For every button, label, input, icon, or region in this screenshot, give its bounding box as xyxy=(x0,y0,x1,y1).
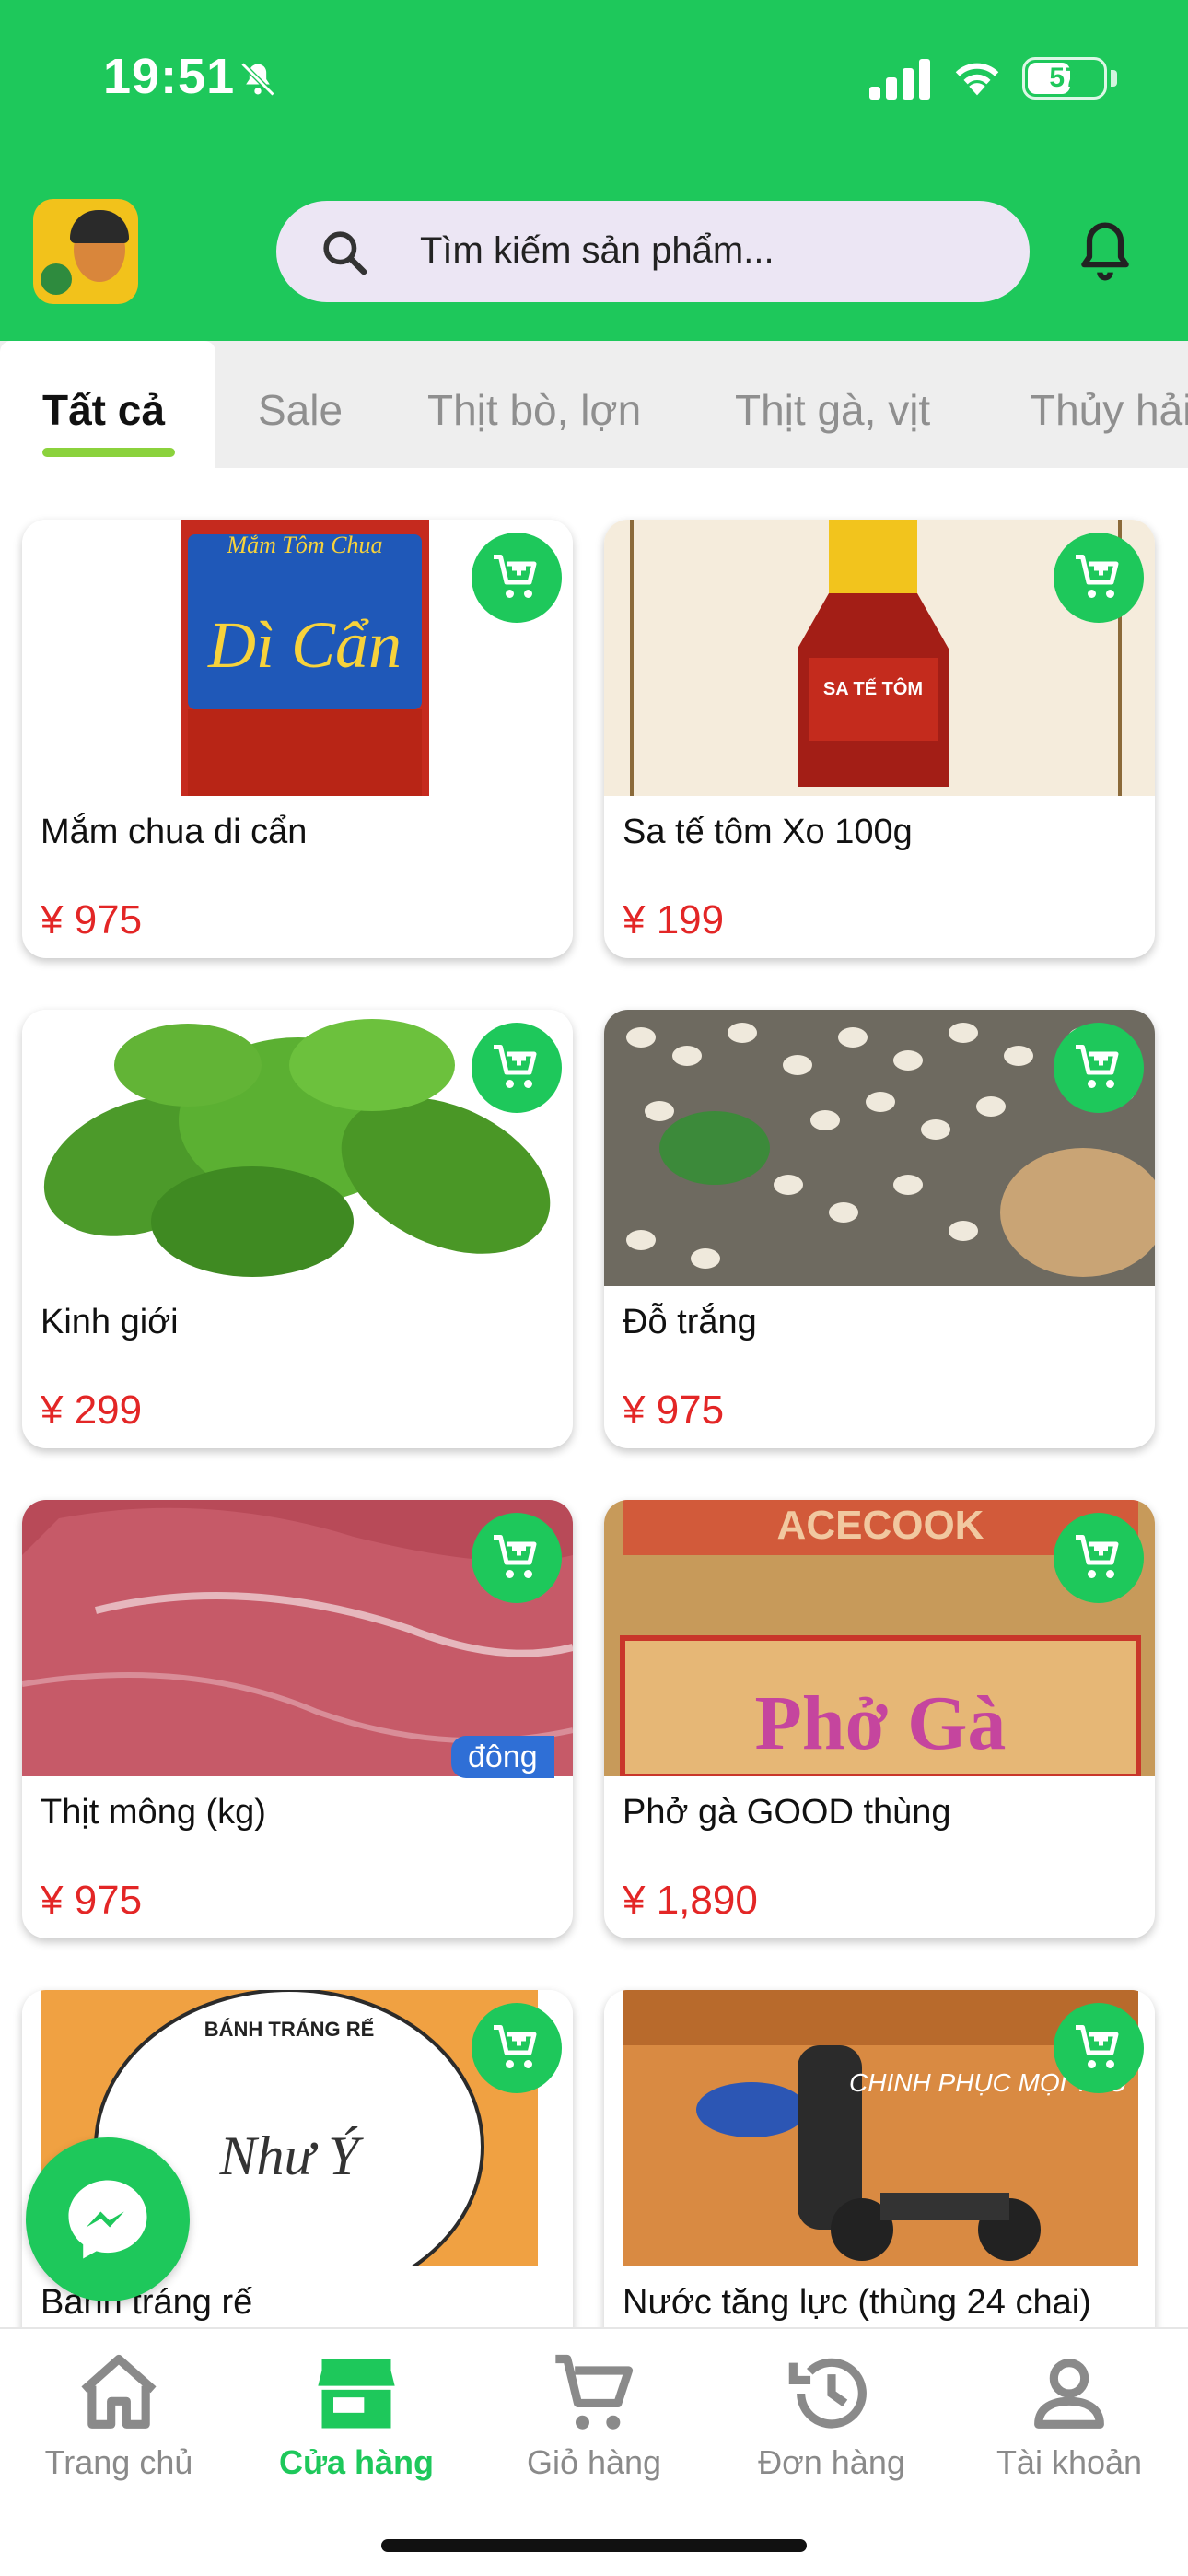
signal-icon xyxy=(869,59,930,100)
tab-label: Sale xyxy=(258,386,344,434)
product-card[interactable]: SA TẾ TÔM Sa tế tôm Xo 100g ¥ 199 xyxy=(604,520,1155,958)
logo-badge xyxy=(41,263,72,295)
tab-beef-pork[interactable]: Thịt bò, lợn xyxy=(427,341,641,468)
tab-label: Tất cả xyxy=(42,386,165,434)
tab-label: Thủy hải sản xyxy=(1030,386,1188,434)
product-name: Phở gà GOOD thùng xyxy=(623,1793,951,1832)
history-icon xyxy=(788,2358,867,2429)
add-to-cart-button[interactable] xyxy=(1054,1023,1144,1113)
nav-label: Đơn hàng xyxy=(758,2443,905,2481)
add-cart-icon xyxy=(494,555,537,598)
product-price: ¥ 199 xyxy=(623,897,725,943)
home-indicator xyxy=(381,2539,807,2552)
product-name: Đỗ trắng xyxy=(623,1303,757,1341)
account-icon xyxy=(1034,2359,1104,2429)
tab-label: Thịt gà, vịt xyxy=(735,386,931,434)
add-cart-icon xyxy=(1076,1045,1119,1088)
add-to-cart-button[interactable] xyxy=(472,2003,562,2093)
category-tabs: Tất cả Sale Thịt bò, lợn Thịt gà, vịt Th… xyxy=(0,341,1188,468)
product-card[interactable]: ACECOOK Phở Gà Phở gà GOOD thùng ¥ 1,890 xyxy=(604,1500,1155,1938)
tab-chicken-duck[interactable]: Thịt gà, vịt xyxy=(735,341,930,468)
nav-store[interactable]: Cửa hàng xyxy=(238,2329,475,2513)
box-product-text: Phở Gà xyxy=(755,1680,1007,1766)
nav-account[interactable]: Tài khoản xyxy=(950,2329,1188,2513)
nav-label: Trang chủ xyxy=(44,2443,193,2481)
nav-orders[interactable]: Đơn hàng xyxy=(713,2329,950,2513)
nav-label: Giỏ hàng xyxy=(526,2443,662,2481)
product-card[interactable]: Kinh giới ¥ 299 xyxy=(22,1010,573,1448)
search-input[interactable]: Tìm kiếm sản phẩm... xyxy=(420,230,775,272)
wifi-icon xyxy=(955,63,999,96)
product-card[interactable]: đông Thịt mông (kg) ¥ 975 xyxy=(22,1500,573,1938)
jar-label-brand: Dì Cẩn xyxy=(207,608,402,682)
bottle-label-text: SA TẾ TÔM xyxy=(823,677,923,699)
product-card[interactable]: Đỗ trắng ¥ 975 xyxy=(604,1010,1155,1448)
add-cart-icon xyxy=(1076,2025,1119,2068)
nav-home[interactable]: Trang chủ xyxy=(0,2329,238,2513)
product-name: Nước tăng lực (thùng 24 chai) xyxy=(623,2283,1091,2322)
add-cart-icon xyxy=(1076,555,1119,598)
search-bar[interactable]: Tìm kiếm sản phẩm... xyxy=(276,201,1030,302)
bag-brand-text: Như Ý xyxy=(218,2125,364,2186)
notification-bell-icon[interactable] xyxy=(1074,217,1136,286)
home-icon xyxy=(81,2354,157,2429)
messenger-chat-button[interactable] xyxy=(26,2137,190,2301)
logo-hair xyxy=(70,210,129,243)
add-cart-icon xyxy=(494,1535,537,1578)
add-to-cart-button[interactable] xyxy=(472,1513,562,1603)
product-price: ¥ 975 xyxy=(41,1878,143,1923)
battery-indicator: 57 xyxy=(1022,57,1107,100)
frozen-badge: đông xyxy=(451,1736,554,1778)
product-card[interactable]: Mắm Tôm Chua Dì Cẩn Mắm chua di cẩn ¥ 97… xyxy=(22,520,573,958)
add-to-cart-button[interactable] xyxy=(472,1023,562,1113)
product-price: ¥ 975 xyxy=(623,1388,725,1433)
bag-label-text: BÁNH TRÁNG RẾ xyxy=(204,2018,375,2041)
nav-label: Tài khoản xyxy=(996,2443,1143,2481)
product-name: Sa tế tôm Xo 100g xyxy=(623,813,913,851)
product-name: Kinh giới xyxy=(41,1303,179,1341)
add-to-cart-button[interactable] xyxy=(1054,1513,1144,1603)
product-price: ¥ 975 xyxy=(41,897,143,943)
add-cart-icon xyxy=(494,2025,537,2068)
product-name: Thịt mông (kg) xyxy=(41,1793,266,1832)
status-time: 19:51 xyxy=(103,49,236,104)
tab-active-indicator xyxy=(42,448,175,457)
jar-label-text: Mắm Tôm Chua xyxy=(226,532,382,558)
nav-cart[interactable]: Giỏ hàng xyxy=(475,2329,713,2513)
battery-tip xyxy=(1111,70,1117,87)
battery-percent: 57 xyxy=(1049,63,1080,93)
product-price: ¥ 299 xyxy=(41,1388,143,1433)
store-icon xyxy=(318,2359,395,2429)
add-to-cart-button[interactable] xyxy=(1054,2003,1144,2093)
add-cart-icon xyxy=(1076,1535,1119,1578)
tab-label: Thịt bò, lợn xyxy=(427,386,642,434)
shop-logo[interactable] xyxy=(33,199,138,304)
bell-off-icon xyxy=(240,62,275,97)
cart-icon xyxy=(555,2354,634,2430)
box-brand-text: ACECOOK xyxy=(777,1503,984,1548)
nav-label: Cửa hàng xyxy=(278,2443,435,2481)
add-cart-icon xyxy=(494,1045,537,1088)
search-icon xyxy=(323,231,367,275)
messenger-icon xyxy=(68,2180,147,2259)
add-to-cart-button[interactable] xyxy=(1054,533,1144,623)
app-header: 19:51 57 Tìm kiếm sản phẩm... xyxy=(0,0,1188,341)
tab-seafood[interactable]: Thủy hải sản xyxy=(1030,341,1188,468)
product-name: Mắm chua di cẩn xyxy=(41,813,308,851)
add-to-cart-button[interactable] xyxy=(472,533,562,623)
product-price: ¥ 1,890 xyxy=(623,1878,758,1923)
tab-sale[interactable]: Sale xyxy=(258,341,343,468)
